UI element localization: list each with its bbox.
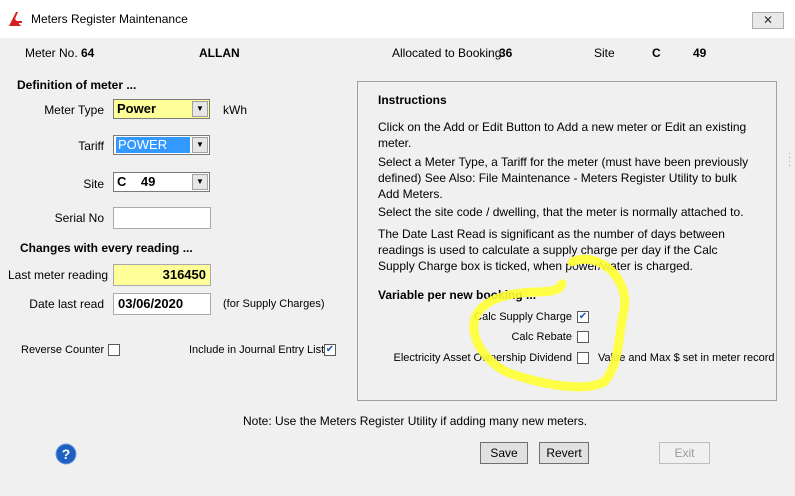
help-icon[interactable]: ? <box>55 443 77 465</box>
footer-note: Note: Use the Meters Register Utility if… <box>243 414 588 428</box>
revert-button[interactable]: Revert <box>539 442 589 464</box>
svg-text:?: ? <box>62 446 71 462</box>
exit-button[interactable]: Exit <box>659 442 710 464</box>
save-button[interactable]: Save <box>480 442 528 464</box>
